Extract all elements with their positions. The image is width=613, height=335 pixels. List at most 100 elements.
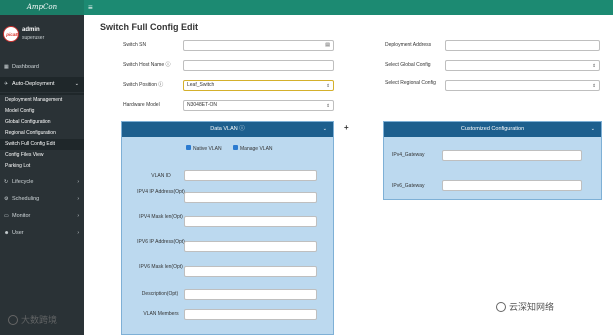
sidebar-item-auto-deployment[interactable]: ✈ Auto-Deployment ⌄ (0, 77, 84, 92)
top-bar: AmpCon ≡ (0, 0, 613, 15)
select-regional-config-select[interactable]: ⇕ (445, 80, 600, 91)
sidebar-item-label: Scheduling (12, 196, 40, 202)
description-label: Description(Opt) (141, 291, 179, 297)
select-arrows-icon: ⇕ (592, 63, 596, 68)
chevron-right-icon: › (77, 230, 79, 236)
switch-position-select[interactable]: Leaf_Switch ⇕ (183, 80, 334, 91)
chevron-right-icon: › (77, 213, 79, 219)
sidebar-subitem-switch-full-config-edit[interactable]: Switch Full Config Edit (0, 139, 84, 150)
clipboard-icon[interactable]: ▤ (325, 41, 330, 50)
sidebar-subitem-deployment-management[interactable]: Deployment Management (0, 95, 84, 106)
hardware-model-select[interactable]: N3048ET-ON ⇕ (183, 100, 334, 111)
ipv6-address-label: IPV6 IP Address(Opt) (137, 239, 185, 245)
ipv4-mask-label: IPV4 Mask len(Opt) (139, 214, 183, 220)
switch-sn-input[interactable]: ▤ (183, 40, 334, 51)
sidebar-subitem-regional-configuration[interactable]: Regional Configuration (0, 128, 84, 139)
select-global-config-label: Select Global Config (385, 62, 431, 68)
ipv6-address-input[interactable] (184, 241, 317, 252)
page-title: Switch Full Config Edit (100, 22, 198, 32)
vlan-id-label: VLAN ID (151, 173, 171, 179)
sidebar-item-dashboard[interactable]: ▦ Dashboard (0, 60, 84, 75)
dashboard-icon: ▦ (4, 64, 9, 70)
refresh-icon: ↻ (4, 179, 9, 185)
gear-icon: ⚙ (4, 196, 9, 202)
manage-vlan-checkbox[interactable]: Manage VLAN (233, 145, 273, 152)
sidebar-item-user[interactable]: ☻ User › (0, 226, 84, 241)
deployment-address-label: Deployment Address (385, 42, 432, 48)
sidebar-item-label: Auto-Deployment (12, 81, 55, 87)
native-vlan-label: Native VLAN (193, 146, 222, 152)
sidebar-subitem-parking-lot[interactable]: Parking Lot (0, 161, 84, 172)
native-vlan-checkbox[interactable]: Native VLAN (186, 145, 222, 152)
wechat-icon (496, 301, 506, 312)
select-arrows-icon: ⇕ (326, 103, 330, 108)
chevron-down-icon: ⌄ (74, 81, 79, 87)
ipv4-gateway-input[interactable] (442, 150, 582, 161)
sidebar-item-label: Lifecycle (12, 179, 34, 185)
ipv4-address-input[interactable] (184, 192, 317, 203)
ipv6-gateway-input[interactable] (442, 180, 582, 191)
avatar: pica8 (3, 26, 19, 42)
select-arrows-icon: ⇕ (592, 83, 596, 88)
brand-logo[interactable]: AmpCon (0, 0, 84, 15)
switch-host-name-label: Switch Host Name ⓘ (123, 62, 171, 68)
user-profile: pica8 admin superuser (0, 15, 84, 59)
hardware-model-label: Hardware Model (123, 102, 160, 108)
chevron-right-icon: › (77, 179, 79, 185)
select-global-config-select[interactable]: ⇕ (445, 60, 600, 71)
sidebar-subitem-model-config[interactable]: Model Config (0, 106, 84, 117)
ipv6-gateway-label: IPv6_Gateway (392, 183, 425, 189)
hamburger-icon[interactable]: ≡ (88, 3, 97, 12)
ipv6-mask-input[interactable] (184, 266, 317, 277)
switch-position-value: Leaf_Switch (187, 82, 215, 88)
avatar-logo-text: pica8 (6, 32, 18, 37)
vlan-members-label: VLAN Members (143, 311, 179, 317)
profile-name: admin (22, 27, 40, 33)
hardware-model-value: N3048ET-ON (187, 102, 218, 108)
select-arrows-icon: ⇕ (326, 83, 330, 88)
select-regional-config-label: Select Regional Config (385, 80, 436, 86)
deployment-address-input[interactable] (445, 40, 600, 51)
description-input[interactable] (184, 289, 317, 300)
watermark-logo-icon (8, 314, 18, 325)
profile-role: superuser (22, 35, 45, 41)
customized-config-panel-header[interactable]: Customized Configuration ⌄ (384, 122, 601, 137)
watermark-right-text: 云深知网络 (509, 302, 555, 312)
sidebar-subitem-config-files-view[interactable]: Config Files View (0, 150, 84, 161)
checkbox-checked-icon (186, 145, 191, 151)
add-vlan-button[interactable]: + (344, 123, 349, 132)
switch-position-label: Switch Position ⓘ (123, 82, 164, 88)
sidebar-item-lifecycle[interactable]: ↻ Lifecycle › (0, 175, 84, 190)
vlan-members-input[interactable] (184, 309, 317, 320)
sidebar-item-label: Monitor (12, 213, 31, 219)
ipv6-mask-label: IPV6 Mask len(Opt) (139, 264, 183, 270)
customized-config-panel: Customized Configuration ⌄ IPv4_Gateway … (383, 121, 602, 200)
chevron-down-icon[interactable]: ⌄ (323, 122, 327, 137)
data-vlan-panel: Data VLAN ⓘ ⌄ Native VLAN Manage VLAN VL… (121, 121, 334, 335)
checkbox-checked-icon (233, 145, 238, 151)
watermark-left: 大数跨境 (8, 313, 57, 326)
sidebar-item-label: Dashboard (12, 64, 39, 70)
vlan-id-input[interactable] (184, 170, 317, 181)
sidebar-item-scheduling[interactable]: ⚙ Scheduling › (0, 192, 84, 207)
ipv4-address-label: IPV4 IP Address(Opt) (137, 189, 185, 195)
sidebar-item-monitor[interactable]: ▭ Monitor › (0, 209, 84, 224)
watermark-right: 云深知网络 (496, 300, 554, 313)
ipv4-mask-input[interactable] (184, 216, 317, 227)
watermark-left-text: 大数跨境 (21, 315, 58, 325)
data-vlan-title: Data VLAN ⓘ (210, 126, 245, 132)
switch-host-name-input[interactable] (183, 60, 334, 71)
chevron-right-icon: › (77, 196, 79, 202)
sidebar-subitem-global-configuration[interactable]: Global Configuration (0, 117, 84, 128)
sidebar-item-label: User (12, 230, 24, 236)
rocket-icon: ✈ (4, 81, 9, 87)
data-vlan-panel-header[interactable]: Data VLAN ⓘ ⌄ (122, 122, 333, 137)
users-icon: ☻ (4, 230, 10, 236)
ipv4-gateway-label: IPv4_Gateway (392, 152, 425, 158)
switch-sn-label: Switch SN (123, 42, 147, 48)
chevron-down-icon[interactable]: ⌄ (591, 122, 595, 137)
sidebar: pica8 admin superuser ▦ Dashboard ✈ Auto-D… (0, 15, 84, 335)
customized-config-title: Customized Configuration (460, 126, 525, 132)
manage-vlan-label: Manage VLAN (240, 146, 273, 152)
monitor-icon: ▭ (4, 213, 9, 219)
